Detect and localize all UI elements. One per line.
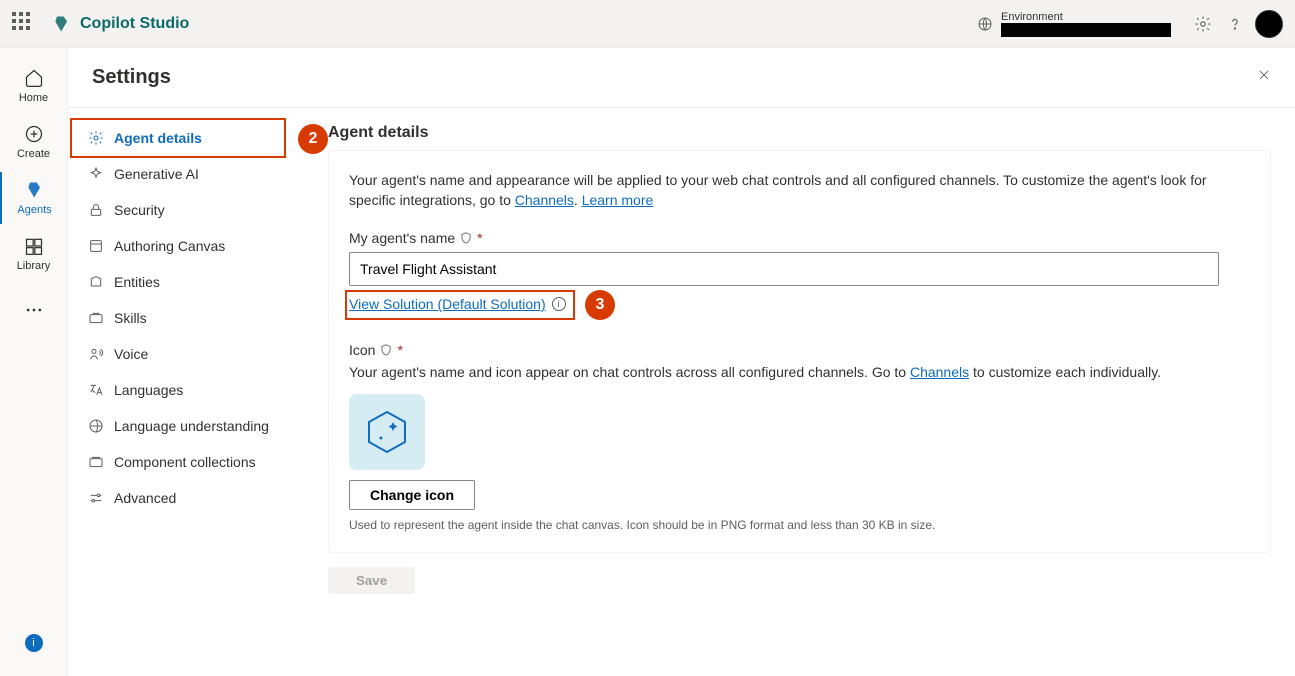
nav-more[interactable] — [0, 292, 68, 328]
settings-nav-agent-details[interactable]: Agent details — [76, 120, 320, 156]
annotation-badge-3: 3 — [585, 290, 615, 320]
copilot-icon — [52, 14, 72, 34]
nav-home-label: Home — [19, 92, 48, 104]
settings-nav-authoring-canvas[interactable]: Authoring Canvas — [76, 228, 320, 264]
help-icon[interactable] — [1219, 8, 1251, 40]
lock-icon — [88, 202, 104, 218]
settings-nav-languages[interactable]: Languages — [76, 372, 320, 408]
nav-label: Advanced — [114, 490, 176, 506]
learn-more-link[interactable]: Learn more — [582, 192, 654, 208]
ellipsis-icon — [24, 300, 44, 320]
product-logo[interactable]: Copilot Studio — [52, 14, 189, 34]
icon-hint: Used to represent the agent inside the c… — [349, 518, 1250, 532]
nav-label: Voice — [114, 346, 148, 362]
nav-label: Security — [114, 202, 165, 218]
settings-gear-icon[interactable] — [1187, 8, 1219, 40]
settings-nav-skills[interactable]: Skills — [76, 300, 320, 336]
icon-label: Icon * — [349, 342, 1250, 358]
nav-create[interactable]: Create — [0, 116, 68, 168]
advanced-icon — [88, 490, 104, 506]
agents-icon — [25, 180, 45, 200]
save-button[interactable]: Save — [328, 567, 415, 594]
nav-library[interactable]: Library — [0, 228, 68, 280]
settings-nav: Agent details Generative AI Security Aut… — [68, 108, 328, 676]
required-asterisk: * — [397, 342, 402, 358]
page-header: Settings — [68, 48, 1295, 108]
home-icon — [24, 68, 44, 88]
settings-nav-voice[interactable]: Voice — [76, 336, 320, 372]
channels-link[interactable]: Channels — [515, 192, 574, 208]
nav-label: Entities — [114, 274, 160, 290]
nav-agents-label: Agents — [17, 204, 51, 216]
app-launcher-icon[interactable] — [12, 12, 36, 36]
plus-circle-icon — [24, 124, 44, 144]
globe-icon — [977, 16, 993, 32]
environment-value — [1001, 23, 1171, 37]
agent-name-label: My agent's name * — [349, 230, 1250, 246]
nav-label: Languages — [114, 382, 183, 398]
section-heading: Agent details — [328, 124, 1271, 142]
settings-nav-security[interactable]: Security — [76, 192, 320, 228]
channels-link-2[interactable]: Channels — [910, 364, 969, 380]
gear-icon — [88, 130, 104, 146]
settings-nav-generative-ai[interactable]: Generative AI — [76, 156, 320, 192]
canvas-icon — [88, 238, 104, 254]
library-icon — [24, 236, 44, 256]
nav-home[interactable]: Home — [0, 60, 68, 112]
hexagon-sparkle-icon — [363, 408, 411, 456]
nav-create-label: Create — [17, 148, 50, 160]
settings-nav-language-understanding[interactable]: Language understanding — [76, 408, 320, 444]
left-nav-rail: Home Create Agents Library i — [0, 48, 68, 676]
info-badge-icon[interactable]: i — [25, 634, 43, 652]
product-name: Copilot Studio — [80, 15, 189, 33]
sparkle-icon — [88, 166, 104, 182]
settings-nav-advanced[interactable]: Advanced — [76, 480, 320, 516]
collections-icon — [88, 454, 104, 470]
agent-name-input[interactable] — [349, 252, 1219, 286]
nav-label: Authoring Canvas — [114, 238, 225, 254]
environment-picker[interactable]: Environment — [977, 11, 1171, 37]
icon-description: Your agent's name and icon appear on cha… — [349, 364, 1250, 380]
languages-icon — [88, 382, 104, 398]
entities-icon — [88, 274, 104, 290]
nlu-icon — [88, 418, 104, 434]
shield-icon — [379, 343, 393, 357]
settings-nav-entities[interactable]: Entities — [76, 264, 320, 300]
required-asterisk: * — [477, 230, 482, 246]
close-icon[interactable] — [1257, 68, 1271, 87]
shield-icon — [459, 231, 473, 245]
nav-agents[interactable]: Agents — [0, 172, 68, 224]
nav-label: Agent details — [114, 130, 202, 146]
nav-label: Language understanding — [114, 418, 269, 434]
nav-label: Component collections — [114, 454, 256, 470]
agent-details-content: Agent details Your agent's name and appe… — [328, 108, 1295, 676]
skills-icon — [88, 310, 104, 326]
view-solution-link[interactable]: View Solution (Default Solution) — [349, 296, 546, 312]
page-title: Settings — [92, 66, 171, 89]
agent-icon-preview — [349, 394, 425, 470]
section-description: Your agent's name and appearance will be… — [349, 171, 1250, 210]
voice-icon — [88, 346, 104, 362]
top-bar: Copilot Studio Environment — [0, 0, 1295, 48]
environment-label: Environment — [1001, 11, 1171, 23]
settings-nav-component-collections[interactable]: Component collections — [76, 444, 320, 480]
change-icon-button[interactable]: Change icon — [349, 480, 475, 510]
nav-label: Generative AI — [114, 166, 199, 182]
info-icon[interactable]: i — [552, 297, 566, 311]
nav-library-label: Library — [17, 260, 51, 272]
nav-label: Skills — [114, 310, 147, 326]
user-avatar[interactable] — [1255, 10, 1283, 38]
